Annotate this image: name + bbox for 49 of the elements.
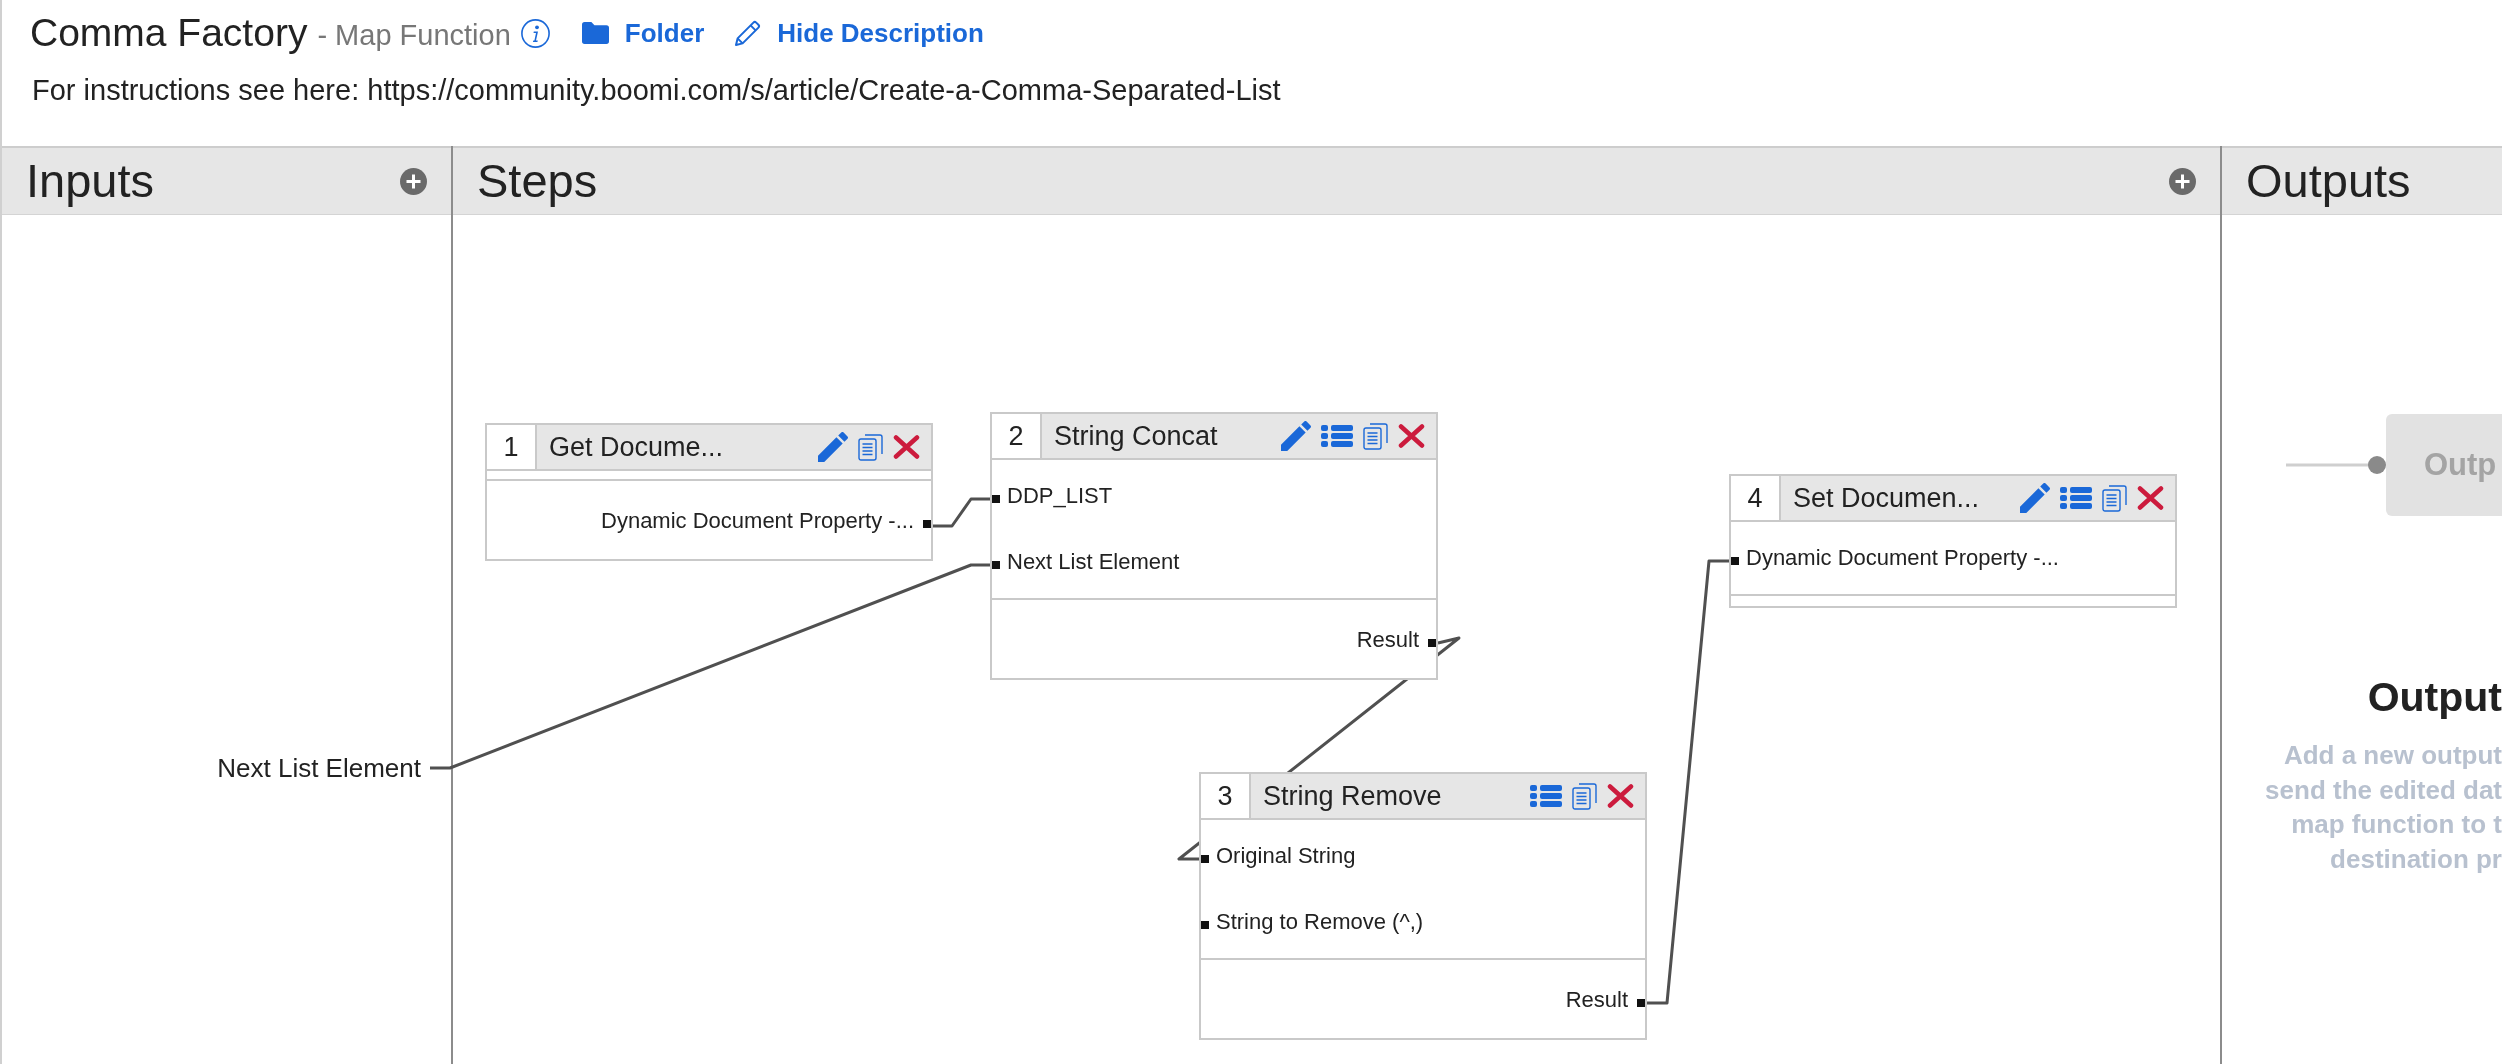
toggle-description-link[interactable]: Hide Description bbox=[734, 17, 984, 49]
port-label: Original String bbox=[1216, 843, 1356, 869]
port-label: DDP_LIST bbox=[1007, 483, 1113, 509]
step-title: String Remove bbox=[1263, 780, 1442, 812]
step-number: 2 bbox=[992, 414, 1042, 458]
port-label: Result bbox=[1356, 627, 1419, 653]
port-label: Next List Element bbox=[1007, 549, 1180, 575]
documents-icon[interactable] bbox=[1572, 782, 1597, 810]
column-title: Steps bbox=[477, 154, 598, 208]
connector-line bbox=[933, 497, 990, 528]
connector-handle-icon bbox=[2286, 455, 2386, 475]
list-icon[interactable] bbox=[1321, 425, 1353, 447]
info-icon[interactable] bbox=[520, 18, 550, 48]
port-label: Dynamic Document Property -... bbox=[601, 508, 914, 534]
pencil-icon[interactable] bbox=[818, 432, 848, 462]
list-icon[interactable] bbox=[2060, 487, 2092, 509]
description-text: For instructions see here: https://community.boomi.com/s/article/Create-a-Comma-Separated-List bbox=[32, 73, 1282, 107]
documents-icon[interactable] bbox=[858, 433, 883, 461]
port-label: Result bbox=[1565, 987, 1628, 1013]
function-title: Comma Factory bbox=[30, 10, 308, 56]
step-title: String Concat bbox=[1054, 420, 1218, 452]
step-number: 1 bbox=[487, 425, 537, 469]
close-icon[interactable] bbox=[893, 435, 920, 459]
close-icon[interactable] bbox=[1607, 784, 1634, 808]
close-icon[interactable] bbox=[1398, 424, 1425, 448]
step-title: Get Docume... bbox=[549, 431, 724, 463]
column-title: Outputs bbox=[2246, 154, 2411, 208]
empty-state-title: Output bbox=[2366, 673, 2502, 722]
folder-link[interactable]: Folder bbox=[581, 17, 705, 49]
pencil-icon bbox=[734, 19, 763, 47]
documents-icon[interactable] bbox=[1363, 422, 1388, 450]
documents-icon[interactable] bbox=[2102, 484, 2127, 512]
close-icon[interactable] bbox=[2137, 486, 2164, 510]
add-icon[interactable] bbox=[2169, 167, 2196, 195]
step-title: Set Documen... bbox=[1793, 482, 1980, 514]
step-number: 4 bbox=[1731, 476, 1781, 520]
folder-icon bbox=[581, 22, 609, 44]
port-label: String to Remove (^,) bbox=[1216, 909, 1424, 935]
pencil-icon[interactable] bbox=[2020, 483, 2050, 513]
function-type-label: - Map Function bbox=[317, 18, 511, 53]
pencil-icon[interactable] bbox=[1281, 421, 1311, 451]
empty-state-hint: Add a new output send the edited dat map function to t destination pr bbox=[2264, 739, 2502, 876]
input-element-label: Next List Element bbox=[217, 752, 421, 785]
list-icon[interactable] bbox=[1530, 785, 1562, 807]
column-title: Inputs bbox=[26, 154, 155, 208]
port-label: Dynamic Document Property -... bbox=[1746, 545, 2059, 571]
add-icon[interactable] bbox=[400, 167, 427, 195]
step-number: 3 bbox=[1201, 774, 1251, 818]
ghost-output-node: Outp bbox=[2386, 414, 2502, 516]
